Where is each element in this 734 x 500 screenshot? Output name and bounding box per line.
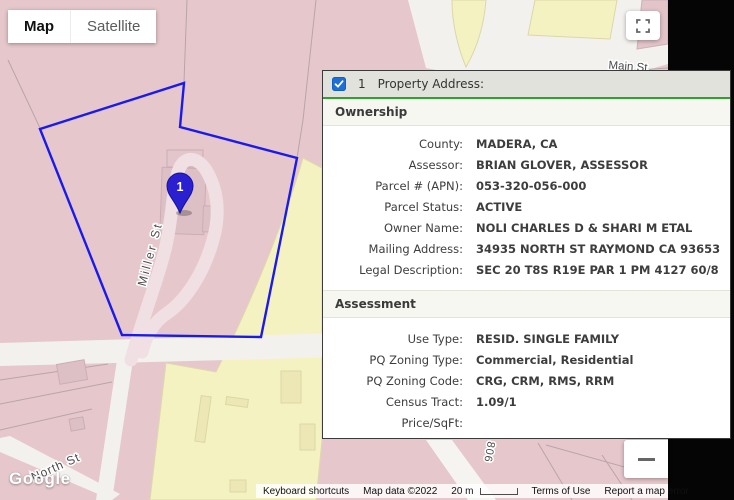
table-row: Use Type: RESID. SINGLE FAMILY (323, 329, 730, 350)
scale-bar-icon (480, 488, 518, 495)
row-value: RESID. SINGLE FAMILY (476, 329, 619, 350)
row-value: Commercial, Residential (476, 350, 633, 371)
row-label: Census Tract: (323, 392, 463, 413)
ownership-rows: County: MADERA, CA Assessor: BRIAN GLOVER,… (323, 126, 730, 290)
marker-number: 1 (177, 180, 184, 194)
table-row: Legal Description: SEC 20 T8S R19E PAR 1 … (323, 260, 730, 281)
row-label: Assessor: (323, 155, 463, 176)
table-row: Census Tract: 1.09/1 (323, 392, 730, 413)
zoom-out-button[interactable] (624, 440, 668, 478)
row-label: Parcel # (APN): (323, 176, 463, 197)
row-label: Owner Name: (323, 218, 463, 239)
property-address-title: Property Address: (378, 77, 484, 91)
scale-control[interactable]: 20 m (444, 486, 524, 497)
row-value: BRIAN GLOVER, ASSESSOR (476, 155, 648, 176)
map-type-map-button[interactable]: Map (8, 10, 70, 43)
row-label: PQ Zoning Code: (323, 371, 463, 392)
property-info-panel: 1 Property Address: Ownership County: MAD… (322, 70, 731, 439)
row-label: Mailing Address: (323, 239, 463, 260)
assessment-rows: Use Type: RESID. SINGLE FAMILY PQ Zoning … (323, 318, 730, 443)
table-row: County: MADERA, CA (323, 134, 730, 155)
minus-icon (638, 458, 655, 461)
row-label: Parcel Status: (323, 197, 463, 218)
property-number: 1 (358, 77, 366, 91)
map-type-control: Map Satellite (8, 10, 156, 43)
row-value: NOLI CHARLES D & SHARI M ETAL (476, 218, 692, 239)
attribution-bar: Keyboard shortcuts Map data ©2022 20 m T… (256, 484, 668, 498)
table-row: Assessor: BRIAN GLOVER, ASSESSOR (323, 155, 730, 176)
scale-text: 20 m (451, 486, 473, 497)
row-label: County: (323, 134, 463, 155)
marker-shadow (176, 210, 192, 216)
row-value: MADERA, CA (476, 134, 557, 155)
table-row: Price/SqFt: (323, 413, 730, 434)
row-value: 34935 NORTH ST RAYMOND CA 93653 (476, 239, 720, 260)
table-row: Parcel # (APN): 053-320-056-000 (323, 176, 730, 197)
report-map-error-link[interactable]: Report a map error (597, 486, 695, 497)
row-value: CRG, CRM, RMS, RRM (476, 371, 614, 392)
app-window: Main St Miller St North St 806 1 Map Sat… (0, 0, 734, 500)
zone-yellow-block-top (528, 0, 617, 39)
section-title-ownership: Ownership (323, 99, 730, 126)
panel-header: 1 Property Address: (323, 71, 730, 99)
table-row: Parcel Status: ACTIVE (323, 197, 730, 218)
checkmark-icon (334, 79, 344, 89)
table-row: Mailing Address: 34935 NORTH ST RAYMOND C… (323, 239, 730, 260)
row-value: 1.09/1 (476, 392, 517, 413)
table-row: PQ Zoning Code: CRG, CRM, RMS, RRM (323, 371, 730, 392)
fullscreen-button[interactable] (626, 11, 660, 40)
keyboard-shortcuts-link[interactable]: Keyboard shortcuts (256, 486, 356, 497)
row-label: Legal Description: (323, 260, 463, 281)
property-checkbox[interactable] (332, 77, 346, 91)
row-value: SEC 20 T8S R19E PAR 1 PM 4127 60/8 (476, 260, 719, 281)
table-row: PQ Zoning Type: Commercial, Residential (323, 350, 730, 371)
map-type-satellite-button[interactable]: Satellite (70, 10, 156, 43)
table-row: Owner Name: NOLI CHARLES D & SHARI M ETAL (323, 218, 730, 239)
row-label: PQ Zoning Type: (323, 350, 463, 371)
terms-of-use-link[interactable]: Terms of Use (525, 486, 598, 497)
row-label: Use Type: (323, 329, 463, 350)
row-value: 053-320-056-000 (476, 176, 586, 197)
fullscreen-icon (636, 19, 650, 33)
row-label: Price/SqFt: (323, 413, 463, 434)
google-logo: Google (9, 469, 71, 489)
map-data-text: Map data ©2022 (356, 486, 444, 497)
row-value: ACTIVE (476, 197, 522, 218)
section-title-assessment: Assessment (323, 290, 730, 318)
